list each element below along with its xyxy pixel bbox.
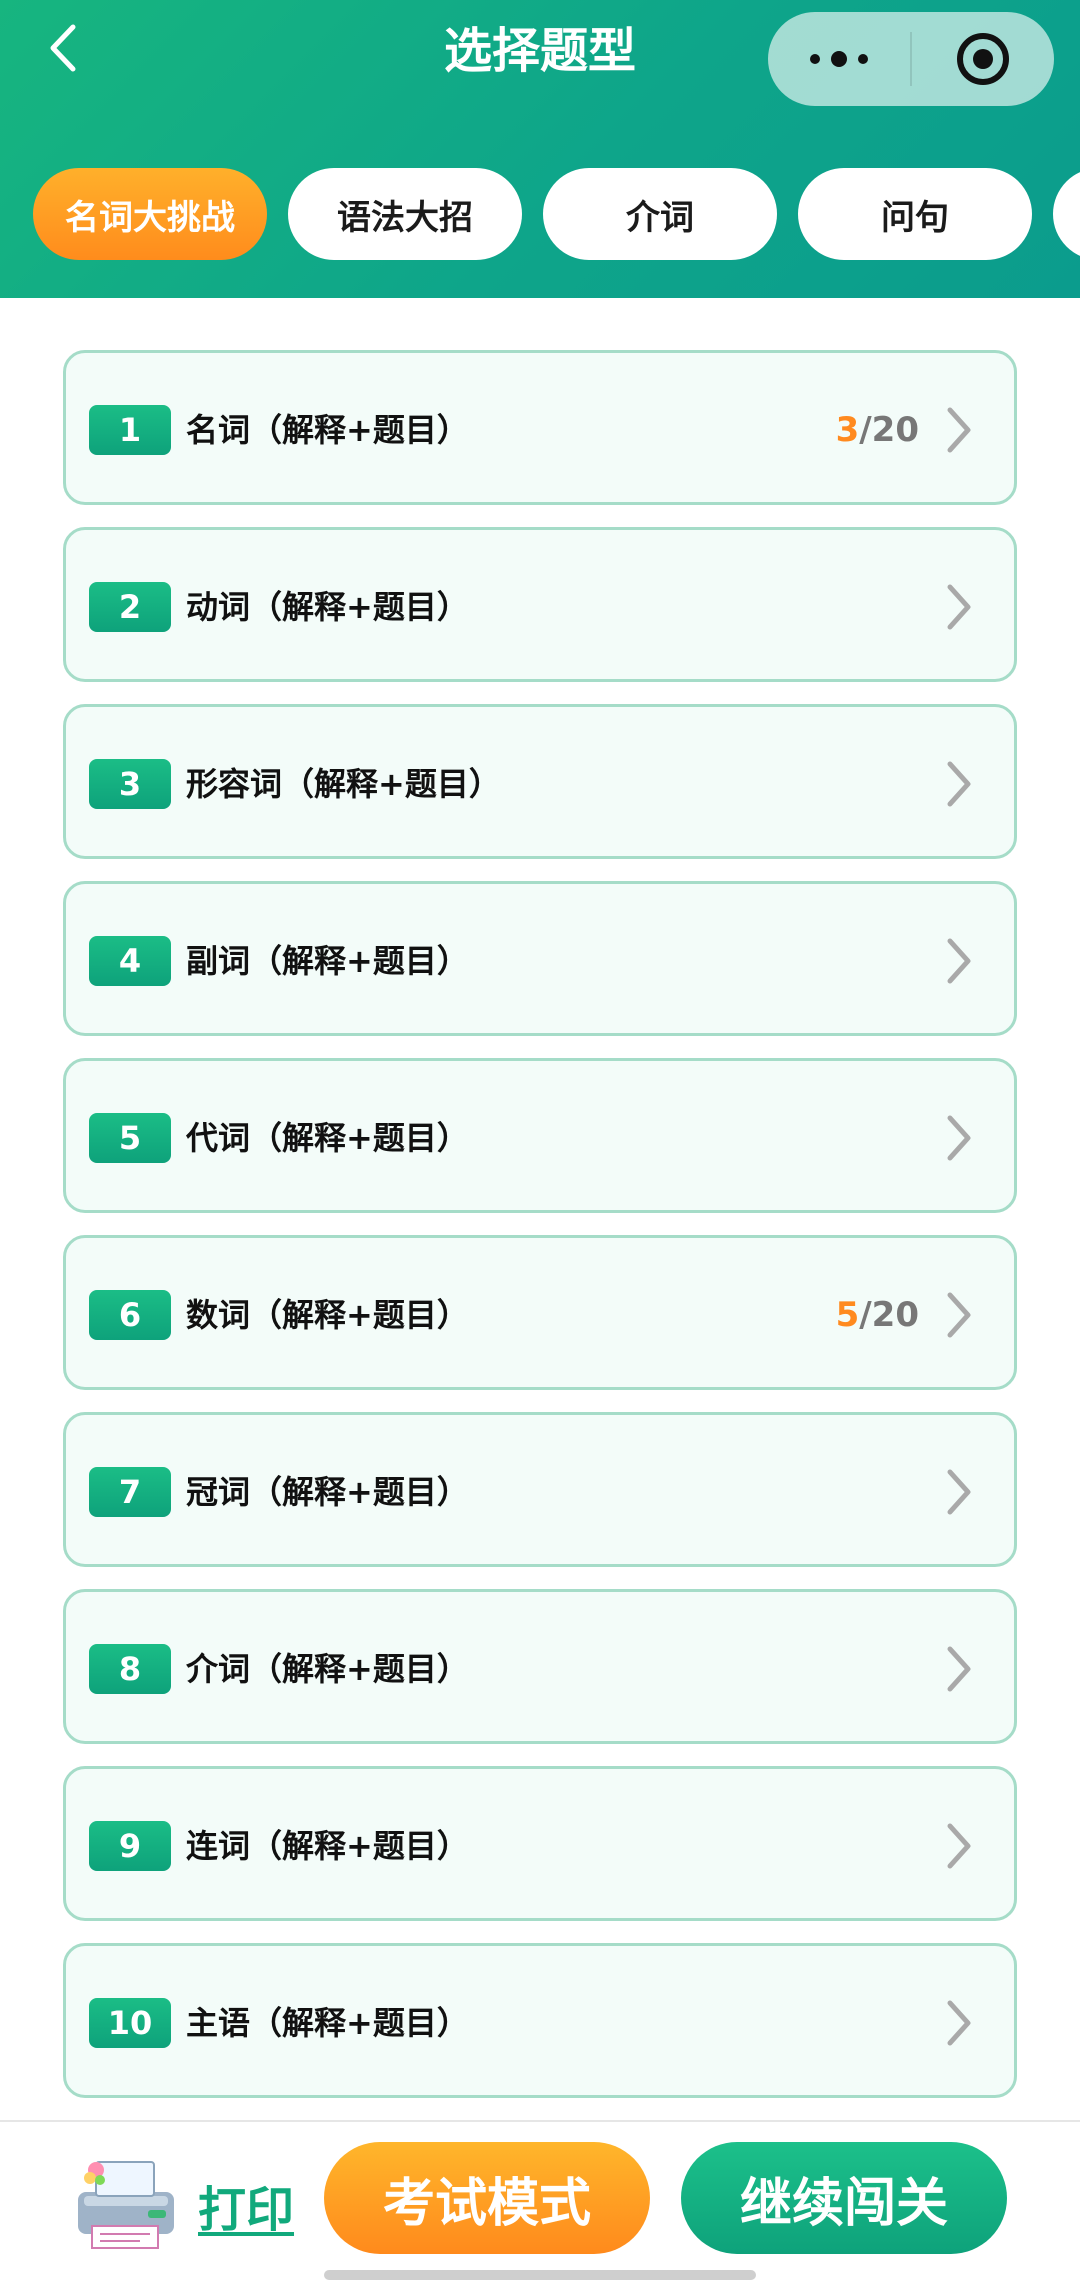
- progress-done: 5: [835, 1295, 860, 1335]
- tab-questions[interactable]: 问句: [798, 168, 1032, 260]
- item-label: 数词（解释+题目）: [186, 1296, 469, 1334]
- item-label: 冠词（解释+题目）: [186, 1473, 469, 1511]
- item-label: 介词（解释+题目）: [186, 1650, 469, 1688]
- bottom-action-bar: 打印 考试模式 继续闯关: [0, 2120, 1080, 2281]
- item-number-badge: 2: [89, 582, 171, 632]
- item-number-badge: 8: [89, 1644, 171, 1694]
- list-item[interactable]: 3 形容词（解释+题目）: [63, 704, 1017, 859]
- item-label: 副词（解释+题目）: [186, 942, 469, 980]
- back-button[interactable]: [32, 18, 92, 78]
- list-item[interactable]: 1 名词（解释+题目） 3/20: [63, 350, 1017, 505]
- continue-button[interactable]: 继续闯关: [681, 2142, 1007, 2254]
- list-item[interactable]: 9 连词（解释+题目）: [63, 1766, 1017, 1921]
- list-item[interactable]: 2 动词（解释+题目）: [63, 527, 1017, 682]
- tab-noun-challenge[interactable]: 名词大挑战: [33, 168, 267, 260]
- list-item[interactable]: 8 介词（解释+题目）: [63, 1589, 1017, 1744]
- mini-program-capsule: [768, 12, 1054, 106]
- home-indicator: [324, 2270, 756, 2280]
- chevron-left-icon: [50, 24, 76, 72]
- category-tabs: 名词大挑战 语法大招 介词 问句: [0, 168, 1080, 260]
- item-number-badge: 5: [89, 1113, 171, 1163]
- list-item[interactable]: 10 主语（解释+题目）: [63, 1943, 1017, 2098]
- chevron-right-icon: [947, 1646, 971, 1692]
- chevron-right-icon: [947, 1292, 971, 1338]
- chevron-right-icon: [947, 1115, 971, 1161]
- item-label: 主语（解释+题目）: [186, 2004, 469, 2042]
- item-number-badge: 1: [89, 405, 171, 455]
- item-number-badge: 3: [89, 759, 171, 809]
- progress-done: 3: [835, 410, 860, 450]
- more-button[interactable]: [768, 12, 910, 106]
- progress-total: /20: [859, 410, 919, 450]
- item-label: 代词（解释+题目）: [186, 1119, 469, 1157]
- list-item[interactable]: 7 冠词（解释+题目）: [63, 1412, 1017, 1567]
- item-number-badge: 6: [89, 1290, 171, 1340]
- item-progress: 5/20: [836, 1282, 919, 1348]
- tab-preposition[interactable]: 介词: [543, 168, 777, 260]
- chevron-right-icon: [947, 1469, 971, 1515]
- chevron-right-icon: [947, 407, 971, 453]
- list-item[interactable]: 5 代词（解释+题目）: [63, 1058, 1017, 1213]
- print-label: 打印: [198, 2182, 295, 2238]
- header: 选择题型 名词大挑战 语法大招 介词 问句: [0, 0, 1080, 298]
- item-label: 连词（解释+题目）: [186, 1827, 469, 1865]
- chevron-right-icon: [947, 1823, 971, 1869]
- chevron-right-icon: [947, 761, 971, 807]
- chevron-right-icon: [947, 938, 971, 984]
- list-item[interactable]: 6 数词（解释+题目） 5/20: [63, 1235, 1017, 1390]
- progress-total: /20: [859, 1295, 919, 1335]
- item-label: 形容词（解释+题目）: [186, 765, 501, 803]
- item-number-badge: 7: [89, 1467, 171, 1517]
- item-number-badge: 4: [89, 936, 171, 986]
- tab-more[interactable]: [1053, 168, 1080, 260]
- item-progress: 3/20: [836, 397, 919, 463]
- close-button[interactable]: [912, 12, 1054, 106]
- item-number-badge: 9: [89, 1821, 171, 1871]
- chevron-right-icon: [947, 2000, 971, 2046]
- item-label: 名词（解释+题目）: [186, 411, 469, 449]
- printer-icon: [78, 2161, 174, 2249]
- tab-grammar[interactable]: 语法大招: [288, 168, 522, 260]
- item-number-badge: 10: [89, 1998, 171, 2048]
- chevron-right-icon: [947, 584, 971, 630]
- exam-mode-button[interactable]: 考试模式: [324, 2142, 650, 2254]
- item-label: 动词（解释+题目）: [186, 588, 469, 626]
- list-item[interactable]: 4 副词（解释+题目）: [63, 881, 1017, 1036]
- more-dots-icon: [810, 51, 868, 67]
- print-button[interactable]: 打印: [68, 2152, 308, 2252]
- target-icon: [956, 33, 1009, 85]
